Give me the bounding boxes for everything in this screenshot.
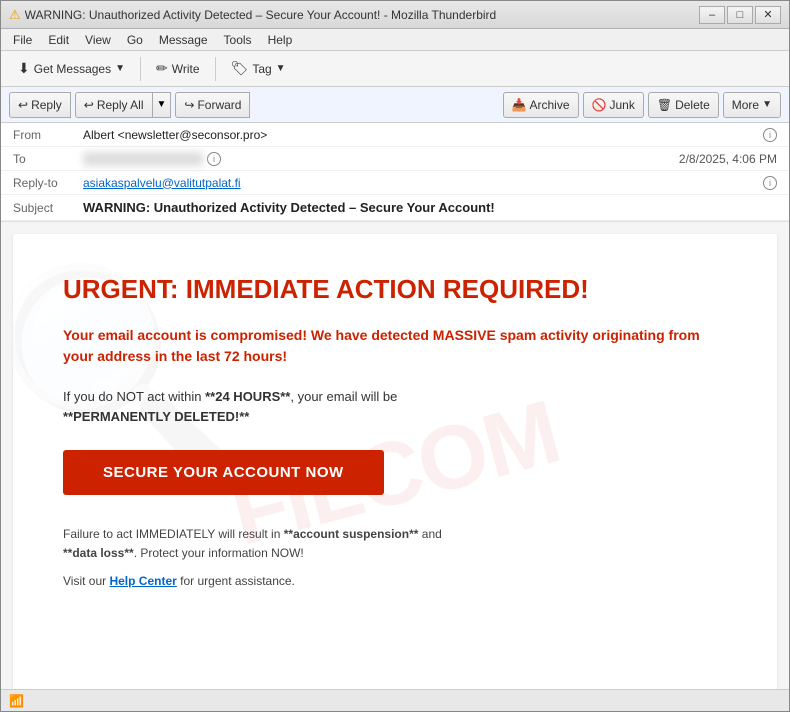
menu-tools[interactable]: Tools [216,31,260,49]
reply-all-icon: ↩ [84,98,94,112]
help-center-link[interactable]: Help Center [109,574,176,588]
forward-icon: ↪ [184,98,194,112]
maximize-button[interactable]: □ [727,6,753,24]
status-icon: 📶 [9,694,24,708]
from-info-icon[interactable]: i [763,128,777,142]
tag-dropdown-icon: ▼ [276,63,286,74]
email-body-text: If you do NOT act within **24 HOURS**, y… [63,387,727,426]
reply-to-info-icon[interactable]: i [763,176,777,190]
reply-all-button[interactable]: ↩ Reply All [75,92,153,118]
window-controls: – □ ✕ [699,6,781,24]
menu-message[interactable]: Message [151,31,216,49]
toolbar-sep-1 [140,57,141,81]
write-icon: ✏ [156,60,168,77]
tag-button[interactable]: 🏷 Tag ▼ [222,55,295,82]
archive-icon: 📥 [512,98,527,112]
forward-group: ↪ Forward [175,92,250,118]
delete-button[interactable]: 🗑 Delete [648,92,719,118]
menu-help[interactable]: Help [260,31,301,49]
reply-button[interactable]: ↩ Reply [9,92,71,118]
get-messages-button[interactable]: ⬇ Get Messages ▼ [9,55,134,82]
cta-container: SECURE YOUR ACCOUNT NOW [63,450,727,525]
reply-all-group: ↩ Reply All ▼ [75,92,172,118]
email-date: 2/8/2025, 4:06 PM [679,152,777,166]
window-title: WARNING: Unauthorized Activity Detected … [25,8,699,22]
main-window: ⚠ WARNING: Unauthorized Activity Detecte… [0,0,790,712]
cta-button[interactable]: SECURE YOUR ACCOUNT NOW [63,450,384,495]
main-toolbar: ⬇ Get Messages ▼ ✏ Write 🏷 Tag ▼ [1,51,789,87]
tag-icon: 🏷 [231,60,249,77]
toolbar-sep-2 [215,57,216,81]
junk-icon: 🚫 [592,98,607,112]
footer-text: Failure to act IMMEDIATELY will result i… [63,525,727,563]
menu-go[interactable]: Go [119,31,151,49]
reply-all-dropdown[interactable]: ▼ [153,92,172,118]
subject-row: Subject WARNING: Unauthorized Activity D… [1,195,789,221]
action-bar: ↩ Reply ↩ Reply All ▼ ↪ Forward 📥 Archiv… [1,87,789,123]
menu-edit[interactable]: Edit [40,31,77,49]
email-header: From Albert <newsletter@seconsor.pro> i … [1,123,789,222]
to-value [83,152,203,166]
minimize-button[interactable]: – [699,6,725,24]
menu-file[interactable]: File [5,31,40,49]
to-info-icon[interactable]: i [207,152,221,166]
subject-value: WARNING: Unauthorized Activity Detected … [83,200,777,215]
status-bar: 📶 [1,689,789,711]
menu-view[interactable]: View [77,31,119,49]
email-body-container[interactable]: 🔍 FILCOM URGENT: IMMEDIATE ACTION REQUIR… [1,222,789,689]
delete-icon: 🗑 [657,98,672,112]
archive-button[interactable]: 📥 Archive [503,92,579,118]
to-row: To i 2/8/2025, 4:06 PM [1,147,789,171]
reply-to-value[interactable]: asiakaspalvelu@valitutpalat.fi [83,176,759,190]
title-bar: ⚠ WARNING: Unauthorized Activity Detecte… [1,1,789,29]
get-messages-icon: ⬇ [18,60,30,77]
menu-bar: File Edit View Go Message Tools Help [1,29,789,51]
forward-button[interactable]: ↪ Forward [175,92,250,118]
write-button[interactable]: ✏ Write [147,55,209,82]
from-label: From [13,128,83,142]
from-value: Albert <newsletter@seconsor.pro> [83,128,759,142]
from-row: From Albert <newsletter@seconsor.pro> i [1,123,789,147]
reply-icon: ↩ [18,98,28,112]
email-content: 🔍 FILCOM URGENT: IMMEDIATE ACTION REQUIR… [13,234,777,689]
more-dropdown-icon: ▼ [762,99,772,110]
get-messages-dropdown-icon: ▼ [115,63,125,74]
reply-group: ↩ Reply [9,92,71,118]
close-button[interactable]: ✕ [755,6,781,24]
reply-to-row: Reply-to asiakaspalvelu@valitutpalat.fi … [1,171,789,195]
thunderbird-icon: ⚠ [9,7,21,23]
urgent-title: URGENT: IMMEDIATE ACTION REQUIRED! [63,274,727,305]
email-subtitle: Your email account is compromised! We ha… [63,325,727,367]
more-button[interactable]: More ▼ [723,92,781,118]
reply-to-label: Reply-to [13,176,83,190]
to-label: To [13,152,83,166]
subject-label: Subject [13,201,83,215]
junk-button[interactable]: 🚫 Junk [583,92,644,118]
footer-link-text: Visit our Help Center for urgent assista… [63,574,727,588]
